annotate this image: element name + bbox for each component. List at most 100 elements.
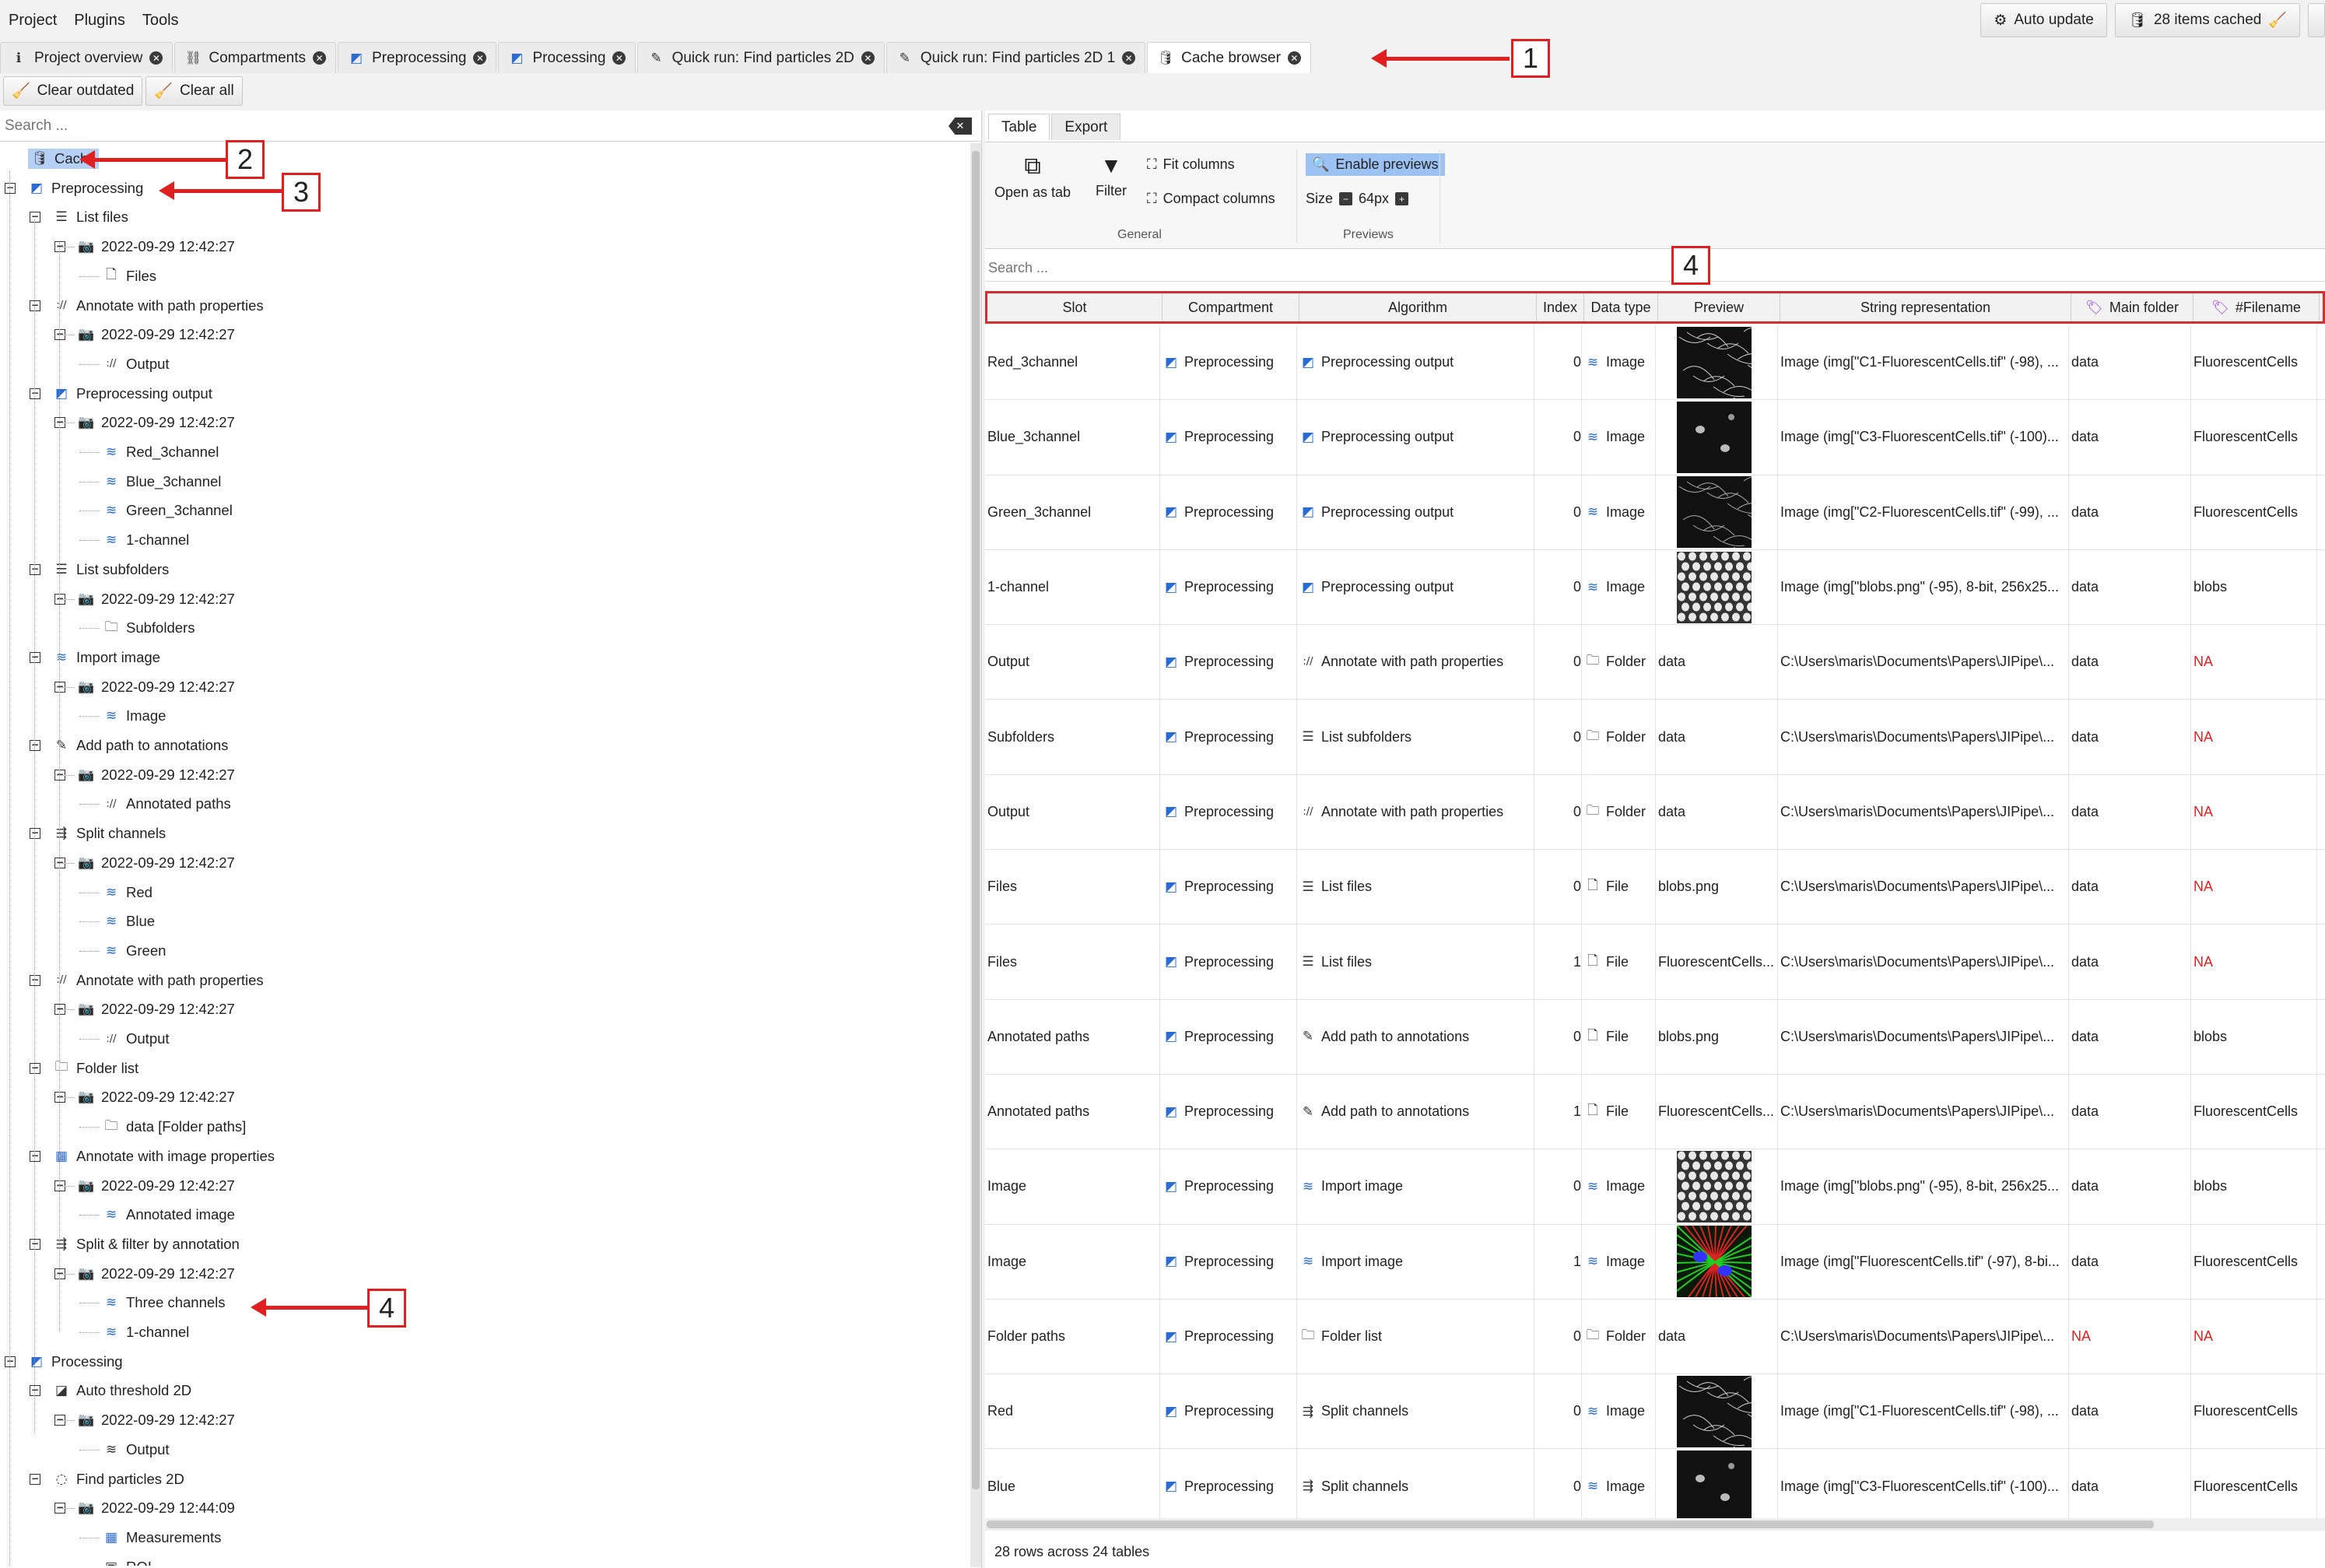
tree-node[interactable]: ≋ Blue (103, 907, 155, 935)
tree-node[interactable]: ▦ Measurements (103, 1524, 221, 1552)
collapse-toggle[interactable]: − (30, 1385, 40, 1397)
minus-icon[interactable]: − (1339, 192, 1353, 205)
tree-node[interactable]: 📷 2022-09-29 12:42:27 (78, 849, 234, 877)
column-header[interactable]: Index (1537, 293, 1584, 321)
tree-node[interactable]: 📷 2022-09-29 12:42:27 (78, 585, 234, 613)
table-search-input[interactable] (985, 260, 1608, 276)
close-icon[interactable]: ✕ (1122, 51, 1136, 65)
tree-node[interactable]: ⇶ Split channels (53, 819, 166, 847)
tree-node[interactable]: 📷 2022-09-29 12:42:27 (78, 1083, 234, 1111)
image-preview[interactable] (1677, 401, 1752, 473)
tree-node[interactable]: :// Annotate with path properties (53, 966, 263, 994)
column-header[interactable]: Compartment (1162, 293, 1299, 321)
close-icon[interactable]: ✕ (473, 51, 487, 65)
table-row[interactable]: Blue ◩ Preprocessing ⇶ Split channels 0 ≋ Image… (985, 1449, 2325, 1519)
table-row[interactable]: Files ◩ Preprocessing ☰ List files 1 🗋 File Fluo… (985, 924, 2325, 1000)
tree-node[interactable]: ≋ 1-channel (103, 526, 189, 554)
tree-node[interactable]: 📷 2022-09-29 12:42:27 (78, 995, 234, 1023)
tab-export[interactable]: Export (1051, 114, 1121, 140)
compact-columns-button[interactable]: ⛶ Compact columns (1147, 191, 1275, 207)
tree-node[interactable]: 📷 2022-09-29 12:44:09 (78, 1494, 234, 1522)
tree-node[interactable]: ≋ Three channels (103, 1289, 226, 1317)
tree-node[interactable]: ≋ Image (103, 702, 167, 730)
table-row[interactable]: Image ◩ Preprocessing ≋ Import image 0 ≋ Image I… (985, 1149, 2325, 1225)
table-row[interactable]: Output ◩ Preprocessing:// Annotate with pat… (985, 774, 2325, 851)
tree-node[interactable]: 📷 2022-09-29 12:42:27 (78, 761, 234, 789)
tree-node[interactable]: 🗋 Files (103, 262, 156, 290)
tree-node[interactable]: ≋ Green_3channel (103, 496, 233, 524)
tree-node[interactable]: ✎ Add path to annotations (53, 731, 229, 759)
collapse-toggle[interactable]: − (30, 212, 40, 223)
fit-columns-button[interactable]: ⛶ Fit columns (1147, 156, 1235, 173)
menu-plugins[interactable]: Plugins (65, 0, 134, 40)
table-row[interactable]: Red_3channel ◩ Preprocessing ◩ Preprocessing… (985, 325, 2325, 401)
column-header[interactable]: 🏷 #Filename (2193, 293, 2320, 321)
table-row[interactable]: Output ◩ Preprocessing:// Annotate with pat… (985, 625, 2325, 700)
tree-node[interactable]: 📷 2022-09-29 12:42:27 (78, 1172, 234, 1200)
close-icon[interactable]: ✕ (149, 51, 163, 65)
tree-node[interactable]: ≋ Green (103, 937, 167, 965)
scroll-thumb[interactable] (972, 151, 980, 1489)
tree-node[interactable]: ≋ 1-channel (103, 1318, 189, 1346)
overflow-button[interactable] (2308, 3, 2325, 37)
tab-preprocessing[interactable]: ◩ Preprocessing ✕ (338, 42, 497, 73)
tree-node[interactable]: :// Annotate with path properties (53, 292, 263, 320)
tree-node[interactable]: 🗀 data [Folder paths] (103, 1113, 247, 1141)
tree-search-input[interactable] (5, 117, 923, 135)
horizontal-scrollbar[interactable] (985, 1518, 2325, 1531)
collapse-toggle[interactable]: − (30, 300, 40, 311)
auto-update-button[interactable]: ⚙ Auto update (1980, 3, 2107, 37)
image-preview[interactable] (1677, 1226, 1752, 1298)
plus-icon[interactable]: + (1395, 192, 1409, 205)
image-preview[interactable] (1677, 1150, 1752, 1222)
tree-node[interactable]: ◩ Preprocessing output (53, 380, 212, 408)
close-icon[interactable]: ✕ (313, 51, 326, 65)
column-header[interactable]: Slot (987, 293, 1162, 321)
collapse-toggle[interactable]: − (5, 182, 16, 194)
tree-node[interactable]: ◌ Find particles 2D (53, 1465, 184, 1493)
collapse-toggle[interactable]: − (30, 563, 40, 575)
tree-node[interactable]: 📷 2022-09-29 12:42:27 (78, 1260, 234, 1288)
table-row[interactable]: Annotated paths ◩ Preprocessing ✎ Add path t… (985, 1074, 2325, 1150)
table-row[interactable]: Image ◩ Preprocessing ≋ Import image 1 ≋ Image I… (985, 1224, 2325, 1300)
collapse-toggle[interactable]: − (30, 740, 40, 751)
tree-node[interactable]: 🗀 Folder list (53, 1054, 139, 1082)
tree-node[interactable]: 📷 2022-09-29 12:42:27 (78, 321, 234, 349)
column-header[interactable]: 🏷 Main folder (2071, 293, 2193, 321)
tree-node[interactable]: ◪ Auto threshold 2D (53, 1377, 191, 1405)
tree-node[interactable]: ▦ Annotate with image properties (53, 1142, 275, 1170)
tree-node[interactable]: ≋ Blue_3channel (103, 468, 222, 496)
close-icon[interactable]: ✕ (861, 51, 875, 65)
tree-node[interactable]: ⇶ Split & filter by annotation (53, 1230, 240, 1258)
table-row[interactable]: Folder paths ◩ Preprocessing 🗀 Folder list 0 🗀… (985, 1299, 2325, 1375)
tab-project-overview[interactable]: ℹ Project overview ✕ (0, 42, 174, 73)
column-header[interactable]: String representation (1780, 293, 2071, 321)
close-icon[interactable]: ✕ (612, 51, 626, 65)
tree-node[interactable]: :// Output (103, 1025, 169, 1053)
tree-node[interactable]: :// Output (103, 350, 169, 378)
column-header[interactable]: Algorithm (1299, 293, 1537, 321)
tree-node[interactable]: ≋ Output (103, 1436, 170, 1464)
tree-node[interactable]: ▣ ROI (103, 1553, 152, 1566)
tree-scrollbar[interactable] (970, 143, 981, 1567)
tree-node[interactable]: 📷 2022-09-29 12:42:27 (78, 409, 234, 437)
collapse-toggle[interactable]: − (30, 388, 40, 399)
image-preview[interactable] (1677, 476, 1752, 549)
collapse-toggle[interactable]: − (30, 828, 40, 840)
clear-search-icon[interactable]: ✕ (949, 118, 972, 135)
tree-node[interactable]: 📷 2022-09-29 12:42:27 (78, 673, 234, 701)
collapse-toggle[interactable]: − (30, 1062, 40, 1074)
image-preview[interactable] (1677, 326, 1752, 398)
scroll-thumb[interactable] (987, 1521, 2154, 1528)
collapse-toggle[interactable]: − (30, 1473, 40, 1485)
table-row[interactable]: Red ◩ Preprocessing ⇶ Split channels 0 ≋ Image I… (985, 1374, 2325, 1450)
tree-node[interactable]: ≋ Red (103, 879, 153, 907)
table-row[interactable]: 1-channel ◩ Preprocessing ◩ Preprocessing ou… (985, 549, 2325, 626)
tab-quick-run-2[interactable]: ✎ Quick run: Find particles 2D 1 ✕ (885, 42, 1146, 73)
tree-node[interactable]: ◩ Preprocessing (28, 174, 143, 202)
table-row[interactable]: Subfolders ◩ Preprocessing ☰ List subfolders… (985, 700, 2325, 775)
collapse-toggle[interactable]: − (30, 1150, 40, 1162)
enable-previews-toggle[interactable]: 🔍 Enable previews (1306, 153, 1445, 176)
column-header[interactable]: Data type (1584, 293, 1658, 321)
table-row[interactable]: Files ◩ Preprocessing ☰ List files 0 🗋 File blob… (985, 850, 2325, 925)
